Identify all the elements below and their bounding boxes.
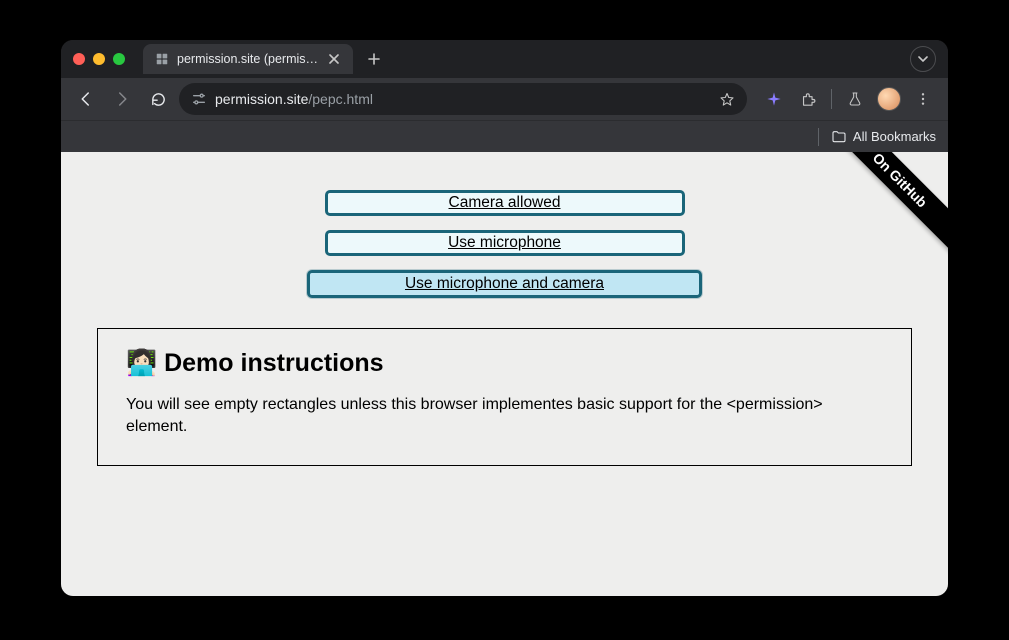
instructions-emoji: 👩🏻‍💻 [126,349,157,377]
menu-button[interactable] [908,84,938,114]
instructions-body: You will see empty rectangles unless thi… [126,394,883,439]
avatar-icon [877,87,901,111]
star-icon [719,91,735,108]
maximize-window-button[interactable] [113,53,125,65]
close-tab-button[interactable] [327,52,341,66]
flask-icon [847,91,863,107]
permission-buttons: Camera allowed Use microphone Use microp… [61,190,948,298]
url-text: permission.site/pepc.html [215,91,711,107]
plus-icon [368,53,380,65]
close-window-button[interactable] [73,53,85,65]
bookmarks-separator [818,128,819,146]
toolbar-right-icons [759,84,938,114]
all-bookmarks-label: All Bookmarks [853,129,936,144]
toolbar-separator [831,89,832,109]
tab-strip: permission.site (permission e [61,40,948,78]
arrow-left-icon [77,90,95,108]
arrow-right-icon [113,90,131,108]
labs-button[interactable] [840,84,870,114]
toolbar: permission.site/pepc.html [61,78,948,120]
address-bar[interactable]: permission.site/pepc.html [179,83,747,115]
close-icon [329,54,339,64]
url-host: permission.site [215,91,308,107]
browser-tab[interactable]: permission.site (permission e [143,44,353,74]
reload-icon [150,91,167,108]
browser-window: permission.site (permission e [61,40,948,596]
tab-favicon-icon [155,52,169,66]
kebab-icon [915,91,931,107]
instructions-heading-text: Demo instructions [164,349,383,377]
instructions-panel: 👩🏻‍💻 Demo instructions You will see empt… [97,328,912,466]
bookmark-star-button[interactable] [719,91,735,107]
camera-permission-label: Camera allowed [449,194,561,212]
puzzle-icon [800,91,817,108]
profile-button[interactable] [874,84,904,114]
mic-camera-permission-button[interactable]: Use microphone and camera [307,270,702,298]
instructions-heading: 👩🏻‍💻 Demo instructions [126,349,883,378]
mic-camera-permission-label: Use microphone and camera [405,275,604,293]
chevron-down-icon [918,56,928,62]
site-settings-icon[interactable] [191,91,207,107]
folder-icon [831,129,847,145]
new-tab-button[interactable] [361,46,387,72]
forward-button[interactable] [107,84,137,114]
minimize-window-button[interactable] [93,53,105,65]
window-controls [73,53,125,65]
back-button[interactable] [71,84,101,114]
url-path: /pepc.html [308,91,373,107]
bookmarks-bar: All Bookmarks [61,120,948,152]
camera-permission-button[interactable]: Camera allowed [325,190,685,216]
tabs-dropdown-button[interactable] [910,46,936,72]
microphone-permission-button[interactable]: Use microphone [325,230,685,256]
tab-title: permission.site (permission e [177,52,319,66]
sparkle-icon [766,91,782,107]
gemini-button[interactable] [759,84,789,114]
page-viewport: On GitHub Camera allowed Use microphone … [61,152,948,596]
microphone-permission-label: Use microphone [448,234,561,252]
extensions-button[interactable] [793,84,823,114]
all-bookmarks-button[interactable]: All Bookmarks [831,129,936,145]
reload-button[interactable] [143,84,173,114]
